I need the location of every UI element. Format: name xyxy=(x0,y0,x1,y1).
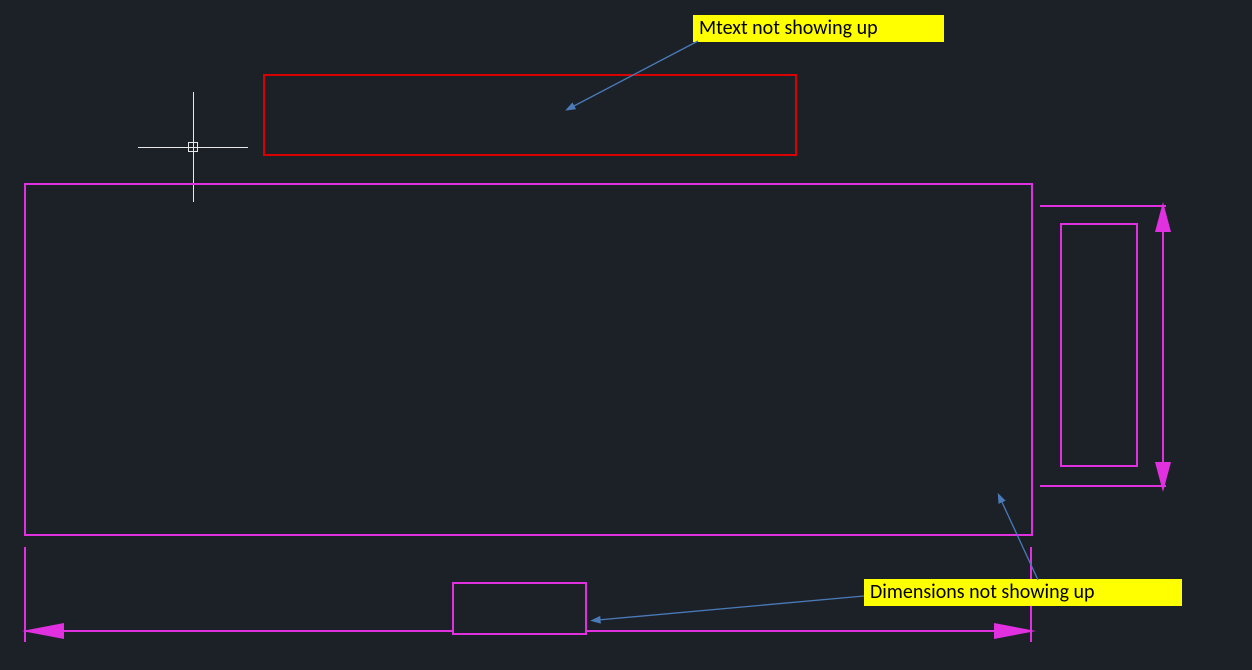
small-right-rectangle[interactable] xyxy=(1060,223,1138,467)
vertical-dimension-line[interactable] xyxy=(1162,205,1164,487)
main-rectangle[interactable] xyxy=(24,183,1033,536)
mtext-box[interactable] xyxy=(263,74,797,156)
horizontal-dimension-text-box[interactable] xyxy=(452,582,587,635)
annotation-callout-dimensions: Dimensions not showing up xyxy=(864,579,1182,606)
vertical-dimension-extension-2 xyxy=(1040,485,1166,487)
cad-drawing-canvas[interactable]: Mtext not showing up Dimensions not show… xyxy=(0,0,1252,670)
annotation-callout-mtext-label: Mtext not showing up xyxy=(699,16,878,40)
horizontal-dimension-extension-1 xyxy=(24,547,26,642)
annotation-callout-mtext: Mtext not showing up xyxy=(693,15,944,42)
vertical-dimension-extension-1 xyxy=(1040,205,1166,207)
annotation-callout-dimensions-label: Dimensions not showing up xyxy=(870,580,1095,604)
